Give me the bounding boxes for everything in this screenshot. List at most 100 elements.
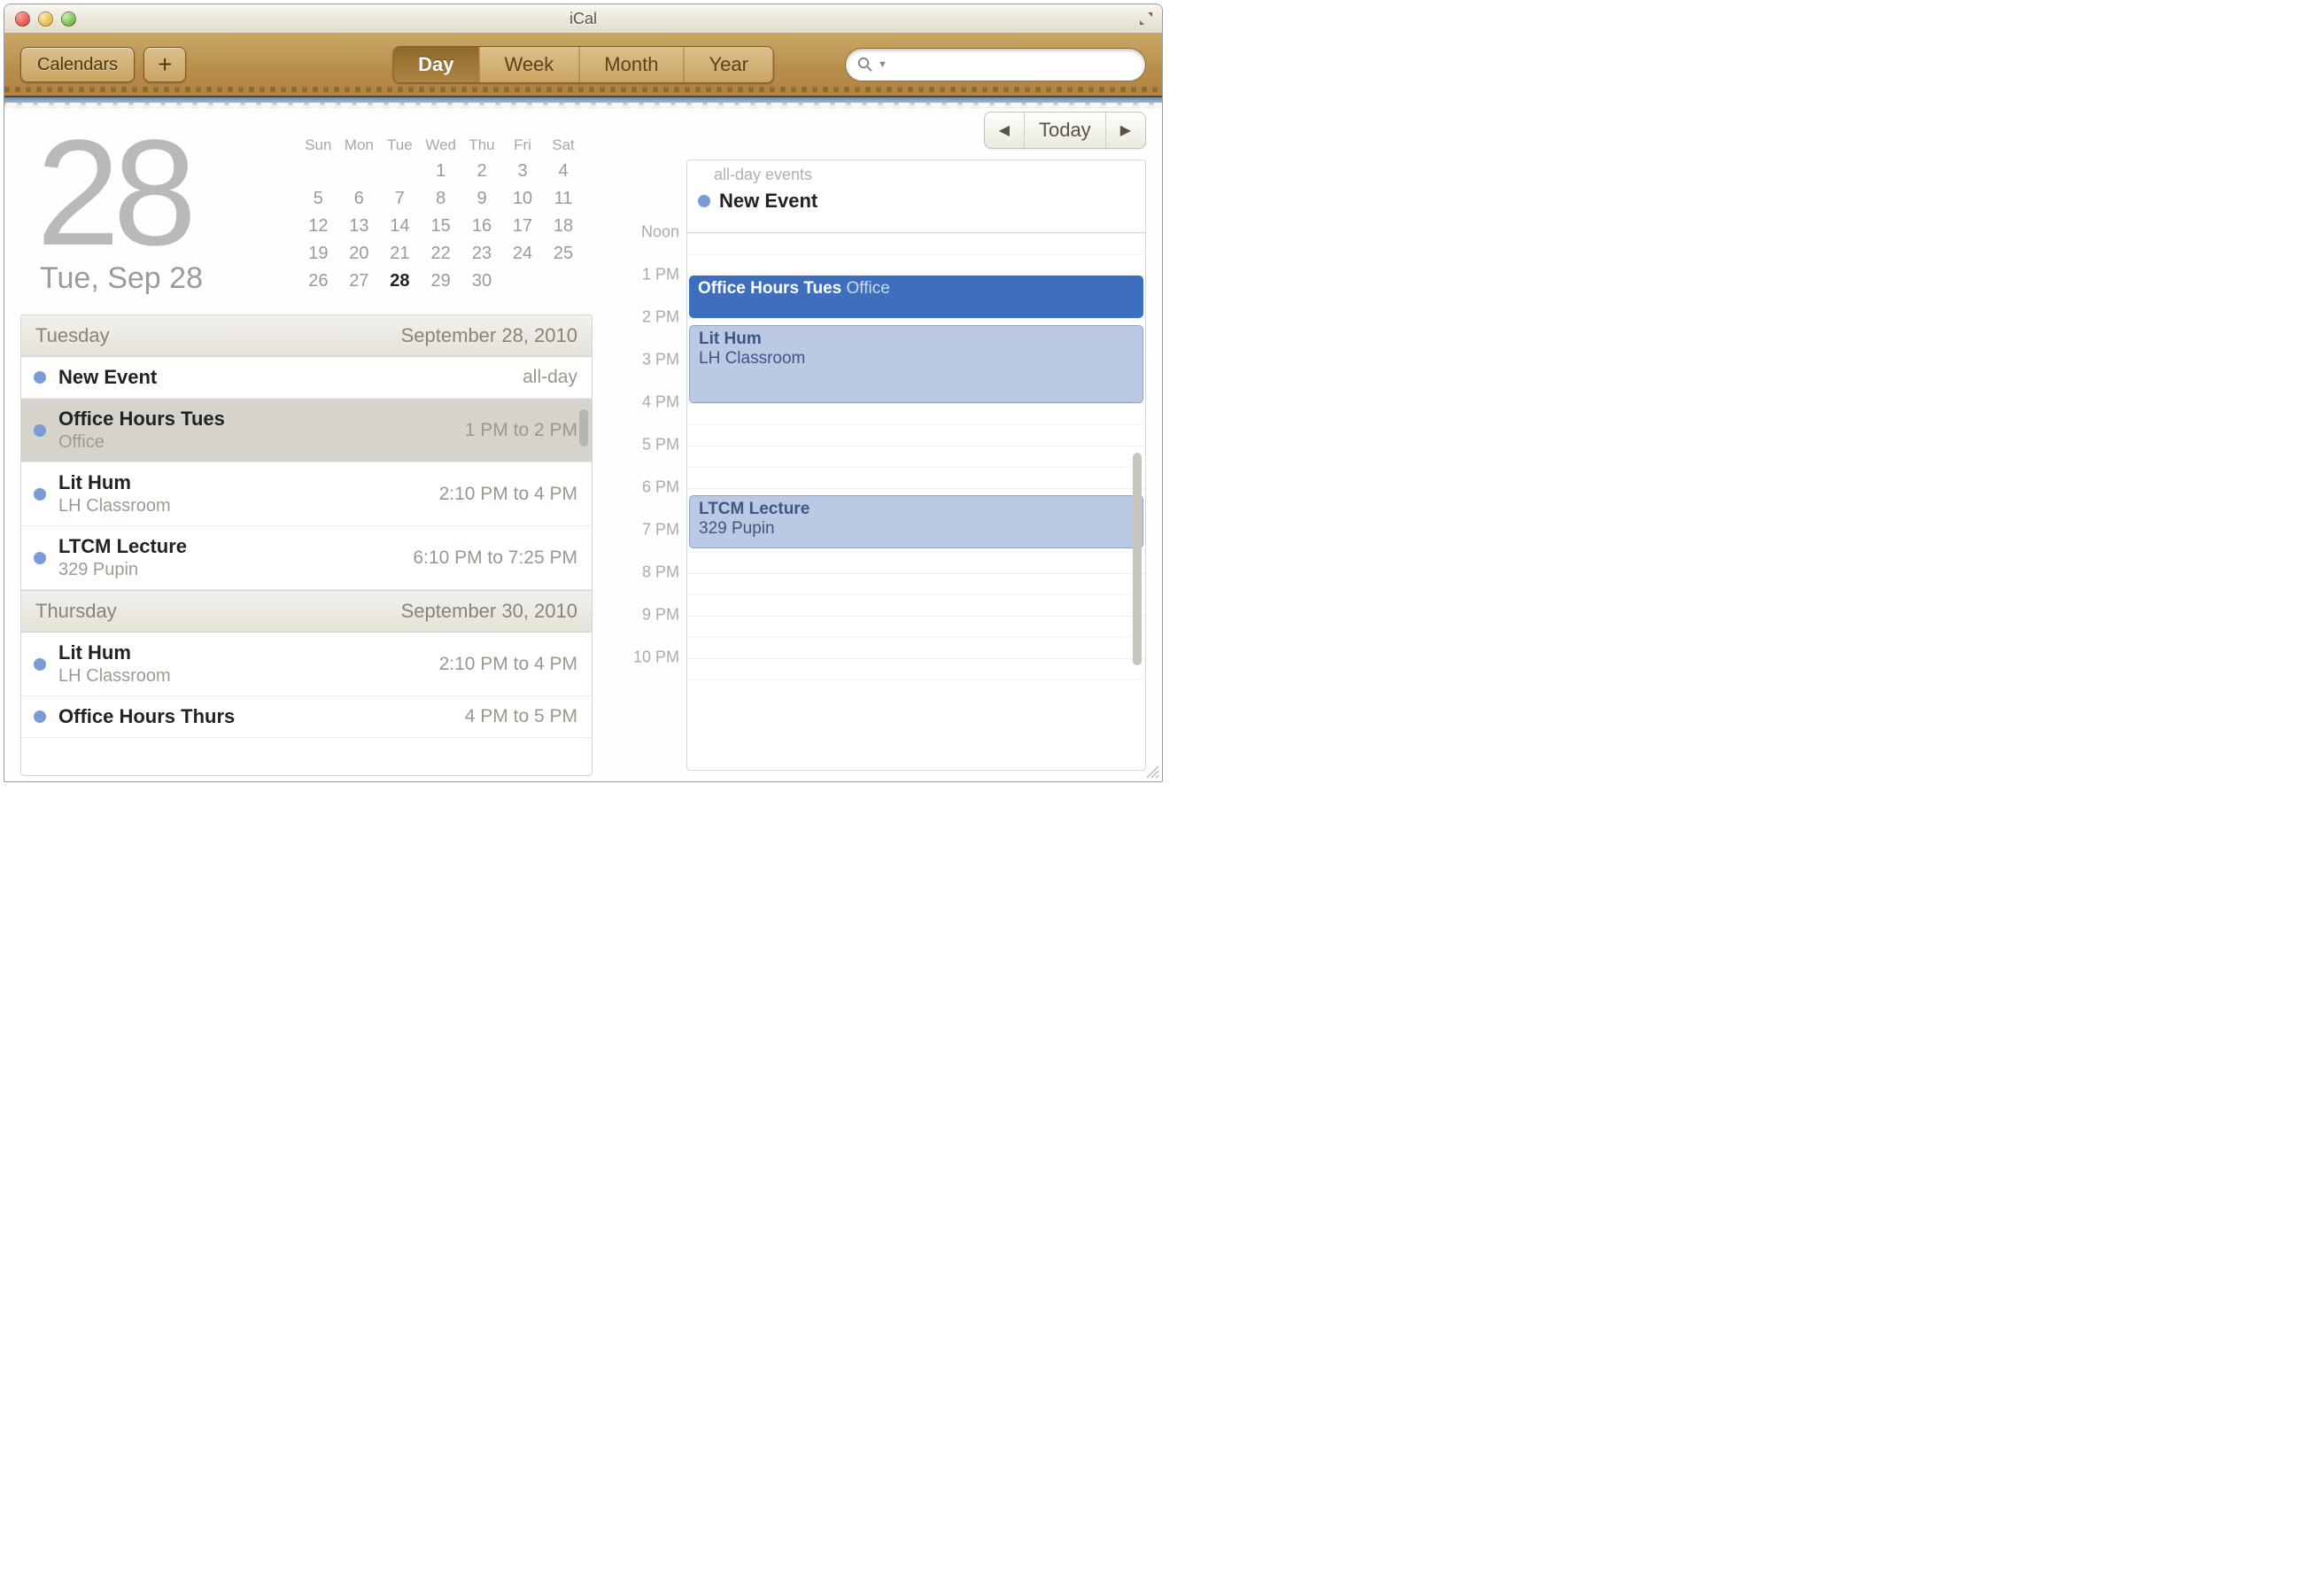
all-day-bar: all-day events New Event [687,160,1145,233]
search-input[interactable] [891,56,1135,74]
view-week-button[interactable]: Week [478,47,578,82]
toolbar: Calendars + DayWeekMonthYear ▼ [4,34,1162,97]
mini-day-cell[interactable]: 11 [548,189,578,209]
fullscreen-icon[interactable] [1137,10,1155,27]
mini-dow: Wed [425,136,456,154]
mini-day-cell[interactable]: 19 [303,244,333,264]
event-title: New Event [719,190,817,213]
mini-day-cell[interactable]: 1 [425,161,456,182]
add-event-button[interactable]: + [143,47,186,82]
app-window: iCal Calendars + DayWeekMonthYear ▼ 28 T… [4,4,1163,782]
mini-day-cell[interactable]: 12 [303,216,333,237]
mini-day-cell[interactable]: 13 [344,216,374,237]
mini-day-cell[interactable]: 7 [384,189,414,209]
resize-grip-icon[interactable] [1143,763,1159,779]
event-list-row[interactable]: New Eventall-day [21,357,592,399]
mini-day-cell[interactable]: 26 [303,271,333,291]
mini-day-cell[interactable]: 27 [344,271,374,291]
mini-day-cell[interactable]: 17 [507,216,538,237]
event-list-row[interactable]: Lit HumLH Classroom2:10 PM to 4 PM [21,462,592,526]
hour-label: 8 PM [642,563,679,582]
day-panel: Noon1 PM2 PM3 PM4 PM5 PM6 PM7 PM8 PM9 PM… [621,159,1146,771]
event-title: Office Hours Tues [58,408,225,431]
left-column: 28 Tue, Sep 28 SunMonTueWedThuFriSat1234… [4,108,608,776]
event-location: LH Classroom [58,496,171,516]
list-section-header: ThursdaySeptember 30, 2010 [21,590,592,633]
prev-day-button[interactable]: ◀ [985,113,1024,148]
hour-labels: Noon1 PM2 PM3 PM4 PM5 PM6 PM7 PM8 PM9 PM… [621,159,686,771]
timed-event[interactable]: Office Hours Tues Office [689,276,1143,318]
search-field[interactable]: ▼ [845,48,1146,82]
mini-day-cell[interactable]: 24 [507,244,538,264]
event-list-row[interactable]: Office Hours TuesOffice1 PM to 2 PM [21,399,592,462]
hour-label: 9 PM [642,606,679,625]
event-list-row[interactable]: Lit HumLH Classroom2:10 PM to 4 PM [21,633,592,696]
day-grid[interactable]: all-day events New Event Office Hours Tu… [686,159,1146,771]
today-button[interactable]: Today [1024,113,1105,148]
mini-day-cell[interactable] [384,161,414,182]
hour-label: 10 PM [633,648,679,667]
mini-day-cell[interactable]: 15 [425,216,456,237]
mini-day-cell[interactable]: 2 [467,161,497,182]
mini-day-cell[interactable]: 16 [467,216,497,237]
event-list-row[interactable]: Office Hours Thurs4 PM to 5 PM [21,696,592,738]
traffic-lights [4,12,76,27]
mini-day-cell[interactable]: 14 [384,216,414,237]
time-grid[interactable]: Office Hours Tues Office Lit HumLH Classr… [687,233,1145,770]
mini-day-cell[interactable] [548,271,578,291]
content-area: 28 Tue, Sep 28 SunMonTueWedThuFriSat1234… [4,108,1162,776]
mini-day-cell[interactable]: 4 [548,161,578,182]
mini-day-cell[interactable]: 20 [344,244,374,264]
event-location: 329 Pupin [58,560,187,580]
list-section-date: September 28, 2010 [401,324,577,347]
minimize-window-button[interactable] [38,12,53,27]
close-window-button[interactable] [15,12,30,27]
calendar-color-dot [34,552,46,564]
mini-day-cell[interactable]: 22 [425,244,456,264]
mini-day-cell[interactable]: 18 [548,216,578,237]
mini-day-cell[interactable]: 9 [467,189,497,209]
calendars-button[interactable]: Calendars [20,47,135,82]
zoom-window-button[interactable] [61,12,76,27]
hour-label: 2 PM [642,308,679,327]
mini-day-cell[interactable]: 5 [303,189,333,209]
list-section-date: September 30, 2010 [401,600,577,623]
list-scrollbar-thumb[interactable] [579,409,588,446]
day-scrollbar-thumb[interactable] [1133,453,1142,665]
mini-day-cell[interactable]: 30 [467,271,497,291]
search-icon [856,56,874,74]
mini-month[interactable]: SunMonTueWedThuFriSat1234567891011121314… [292,129,589,299]
mini-day-cell[interactable]: 23 [467,244,497,264]
event-time: 2:10 PM to 4 PM [439,654,577,675]
mini-day-cell[interactable]: 10 [507,189,538,209]
right-column: ◀ Today ▶ Noon1 PM2 PM3 PM4 PM5 PM6 PM7 … [608,108,1162,776]
mini-day-cell[interactable] [303,161,333,182]
next-day-button[interactable]: ▶ [1105,113,1145,148]
all-day-event[interactable]: New Event [698,190,1135,213]
event-list-row[interactable]: LTCM Lecture329 Pupin6:10 PM to 7:25 PM [21,526,592,590]
mini-day-cell[interactable] [507,271,538,291]
hour-label: 6 PM [642,478,679,497]
timed-event[interactable]: LTCM Lecture329 Pupin [689,495,1143,548]
event-title: Lit Hum [58,641,171,664]
mini-day-cell[interactable]: 8 [425,189,456,209]
event-time: 4 PM to 5 PM [465,706,577,727]
event-time: 2:10 PM to 4 PM [439,484,577,505]
calendar-color-dot [34,371,46,384]
mini-day-cell[interactable]: 6 [344,189,374,209]
view-month-button[interactable]: Month [578,47,683,82]
mini-day-cell[interactable]: 28 [384,271,414,291]
big-date-line: Tue, Sep 28 [40,261,203,296]
view-day-button[interactable]: Day [393,47,478,82]
timed-event[interactable]: Lit HumLH Classroom [689,325,1143,403]
mini-day-cell[interactable] [344,161,374,182]
mini-day-cell[interactable]: 3 [507,161,538,182]
hour-label: 5 PM [642,436,679,454]
triangle-right-icon: ▶ [1120,121,1131,139]
view-year-button[interactable]: Year [683,47,772,82]
search-menu-caret-icon[interactable]: ▼ [878,59,887,70]
mini-day-cell[interactable]: 21 [384,244,414,264]
mini-day-cell[interactable]: 25 [548,244,578,264]
event-location: Office [847,279,890,298]
mini-day-cell[interactable]: 29 [425,271,456,291]
